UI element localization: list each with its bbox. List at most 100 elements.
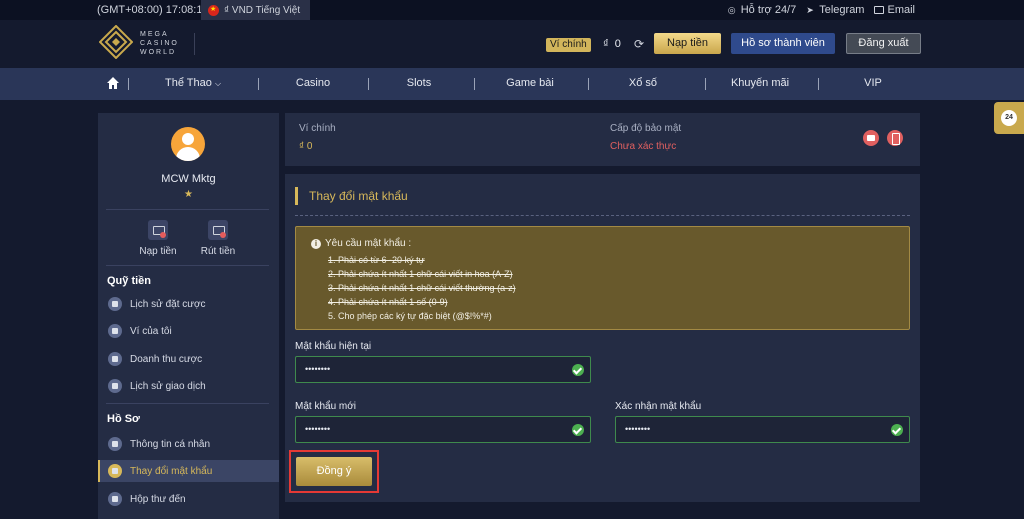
- sidebar-withdraw-label: Rút tiền: [200, 246, 236, 257]
- requirement-item: 3. Phải chứa ít nhất 1 chữ cái viết thườ…: [328, 283, 516, 293]
- confirm-password-label: Xác nhận mật khẩu: [615, 401, 702, 412]
- title-divider: [295, 215, 910, 216]
- sidebar-item-label: Doanh thu cược: [130, 353, 203, 365]
- nav-item-slots[interactable]: Slots: [364, 77, 474, 89]
- requirement-item: 5. Cho phép các ký tự đặc biệt (@$!%*#): [328, 311, 492, 321]
- transaction-history-icon: [108, 379, 122, 393]
- sidebar-item-inbox[interactable]: Hộp thư đến: [98, 488, 279, 510]
- sidebar-item-label: Hộp thư đến: [130, 493, 186, 505]
- sidebar-item-label: Thay đổi mật khẩu: [130, 465, 213, 477]
- check-circle-icon: [891, 424, 903, 436]
- current-password-value: ••••••••: [305, 364, 331, 374]
- timezone-clock: (GMT+08:00) 17:08:16: [97, 4, 209, 16]
- requirement-item: 1. Phải có từ 6 -20 ký tự: [328, 255, 425, 265]
- new-password-value: ••••••••: [305, 424, 331, 434]
- logo-line-3: WORLD: [140, 49, 177, 56]
- sidebar-item-change-password[interactable]: Thay đổi mật khẩu: [98, 460, 279, 482]
- sidebar-item-label: Thông tin cá nhân: [130, 438, 211, 450]
- sidebar-divider: [106, 403, 269, 404]
- chevron-down-icon: ⌵: [214, 79, 222, 88]
- main-wallet-tag: Ví chính: [546, 38, 591, 52]
- sidebar-item-bet-history[interactable]: Lịch sử đặt cược: [98, 293, 279, 315]
- confirm-password-input[interactable]: ••••••••: [615, 416, 910, 443]
- new-password-input[interactable]: ••••••••: [295, 416, 591, 443]
- nav-item-casino[interactable]: Casino: [258, 77, 368, 89]
- sidebar-item-label: Lịch sử đặt cược: [130, 298, 206, 310]
- check-circle-icon: [572, 424, 584, 436]
- header-balance: ₫ 0: [603, 38, 621, 50]
- info-icon: i: [311, 238, 321, 249]
- email-verify-icon[interactable]: [863, 130, 879, 146]
- support-label: Hỗ trợ 24/7: [740, 4, 797, 16]
- withdraw-icon: [208, 220, 228, 240]
- refresh-icon[interactable]: ⟳: [634, 37, 644, 51]
- inbox-icon: [108, 492, 122, 506]
- sidebar-deposit-button[interactable]: Nạp tiền: [128, 220, 188, 257]
- sidebar-item-label: Ví của tôi: [130, 325, 172, 337]
- logo-line-1: MEGA: [140, 31, 169, 38]
- confirm-password-value: ••••••••: [625, 424, 651, 434]
- requirements-title-label: Yêu cầu mật khẩu :: [325, 238, 412, 249]
- deposit-icon: [148, 220, 168, 240]
- mail-icon: [874, 6, 885, 14]
- sidebar-deposit-label: Nạp tiền: [139, 246, 177, 257]
- password-requirements-box: i Yêu cầu mật khẩu : 1. Phải có từ 6 -20…: [295, 226, 910, 330]
- requirement-item: 2. Phải chứa ít nhất 1 chữ cái viết in h…: [328, 269, 513, 279]
- nav-item-promotions[interactable]: Khuyến mãi: [705, 77, 815, 89]
- requirement-item: 4. Phải chứa ít nhất 1 số (0-9): [328, 297, 448, 307]
- submit-button[interactable]: Đồng ý: [296, 457, 372, 486]
- vip-star-icon: ★: [184, 189, 193, 200]
- sidebar-divider: [106, 209, 269, 210]
- sidebar-divider: [106, 265, 269, 266]
- requirements-title: i Yêu cầu mật khẩu :: [311, 238, 411, 249]
- top-bar: (GMT+08:00) 17:08:16 ₫ VND Tiếng Việt ◎ …: [0, 0, 1024, 20]
- nav-item-sports[interactable]: Thể Thao ⌵: [138, 77, 248, 89]
- requirements-list: 1. Phải có từ 6 -20 ký tự 2. Phải chứa í…: [328, 253, 516, 323]
- submit-highlight: Đồng ý: [289, 450, 379, 493]
- sidebar-item-transaction-history[interactable]: Lịch sử giao dịch: [98, 375, 279, 397]
- phone-verify-icon[interactable]: [887, 130, 903, 146]
- change-password-panel: Thay đổi mật khẩu i Yêu cầu mật khẩu : 1…: [285, 174, 920, 502]
- turnover-icon: [108, 352, 122, 366]
- avatar: [171, 127, 205, 161]
- sidebar-item-turnover[interactable]: Doanh thu cược: [98, 348, 279, 370]
- avatar-head: [182, 133, 194, 145]
- vietnam-flag-icon: [208, 4, 219, 16]
- sidebar-withdraw-button[interactable]: Rút tiền: [188, 220, 248, 257]
- site-header: MEGA CASINO WORLD Ví chính ₫ 0 ⟳ Nạp tiề…: [0, 20, 1024, 68]
- email-link[interactable]: Email: [874, 4, 915, 16]
- wallet-icon: [108, 324, 122, 338]
- support-link[interactable]: ◎ Hỗ trợ 24/7: [728, 4, 797, 16]
- language-currency-label: ₫ VND Tiếng Việt: [224, 4, 301, 16]
- member-profile-button[interactable]: Hồ sơ thành viên: [731, 33, 835, 54]
- lock-icon: [108, 464, 122, 478]
- balance-value: 0: [614, 38, 621, 50]
- deposit-button[interactable]: Nạp tiền: [654, 33, 721, 54]
- account-sidebar: MCW Mktg ★ Nạp tiền Rút tiền Quỹ tiền Lị…: [98, 113, 279, 519]
- nav-item-lottery[interactable]: Xổ số: [588, 77, 698, 89]
- logout-button[interactable]: Đăng xuất: [846, 33, 921, 54]
- mcw-logo-icon[interactable]: [99, 25, 133, 59]
- sidebar-item-my-wallet[interactable]: Ví của tôi: [98, 320, 279, 342]
- logo-divider: [194, 33, 195, 55]
- telegram-link[interactable]: ➤ Telegram: [806, 4, 864, 16]
- username: MCW Mktg: [161, 173, 216, 185]
- wallet-summary-card: Ví chính ₫ 0 Cấp độ bảo mật Chưa xác thự…: [285, 113, 920, 166]
- logo-text: MEGA CASINO WORLD: [140, 30, 179, 57]
- home-icon[interactable]: [106, 76, 120, 90]
- bet-history-icon: [108, 297, 122, 311]
- current-password-input[interactable]: ••••••••: [295, 356, 591, 383]
- profile-section-title: Hồ Sơ: [107, 413, 140, 425]
- language-currency-selector[interactable]: ₫ VND Tiếng Việt: [201, 0, 310, 20]
- sidebar-item-personal-info[interactable]: Thông tin cá nhân: [98, 433, 279, 455]
- main-wallet-label: Ví chính: [299, 123, 336, 134]
- new-password-label: Mật khẩu mới: [295, 401, 357, 412]
- top-links: ◎ Hỗ trợ 24/7 ➤ Telegram Email: [728, 4, 915, 16]
- support-float-button[interactable]: 24: [994, 102, 1024, 134]
- check-circle-icon: [572, 364, 584, 376]
- telegram-label: Telegram: [819, 4, 865, 16]
- avatar-body: [176, 147, 200, 161]
- nav-item-vip[interactable]: VIP: [818, 77, 928, 89]
- nav-item-card-games[interactable]: Game bài: [475, 77, 585, 89]
- current-password-label: Mật khẩu hiện tại: [295, 341, 372, 352]
